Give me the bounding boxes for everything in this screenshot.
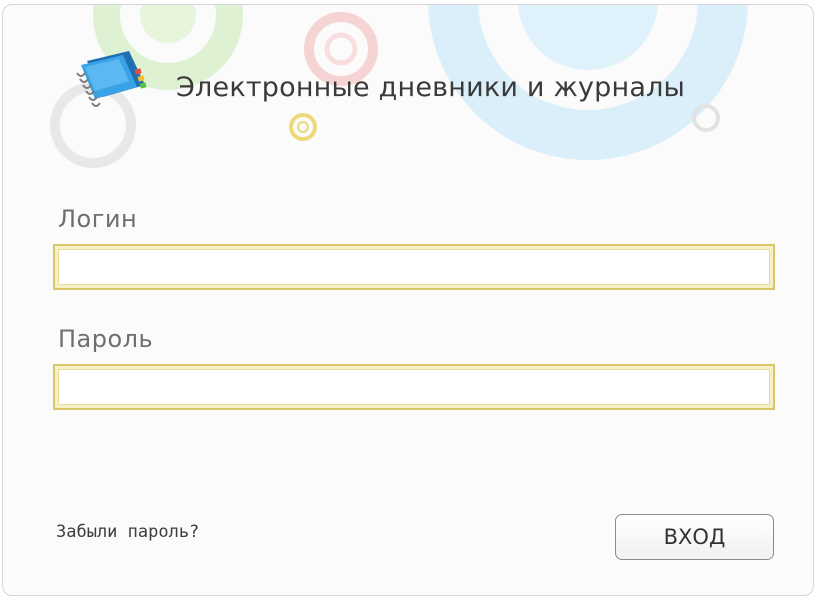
app-title: Электронные дневники и журналы	[176, 72, 686, 103]
login-panel: Электронные дневники и журналы Логин Пар…	[2, 4, 814, 596]
login-field-frame	[53, 244, 775, 290]
password-input[interactable]	[58, 369, 770, 405]
password-label: Пароль	[58, 325, 154, 353]
login-button[interactable]: ВХОД	[615, 514, 774, 560]
password-field-frame	[53, 364, 775, 410]
notebook-icon	[76, 51, 147, 107]
login-label: Логин	[58, 205, 138, 233]
forgot-password-link[interactable]: Забыли пароль?	[56, 522, 199, 542]
login-input[interactable]	[58, 249, 770, 285]
